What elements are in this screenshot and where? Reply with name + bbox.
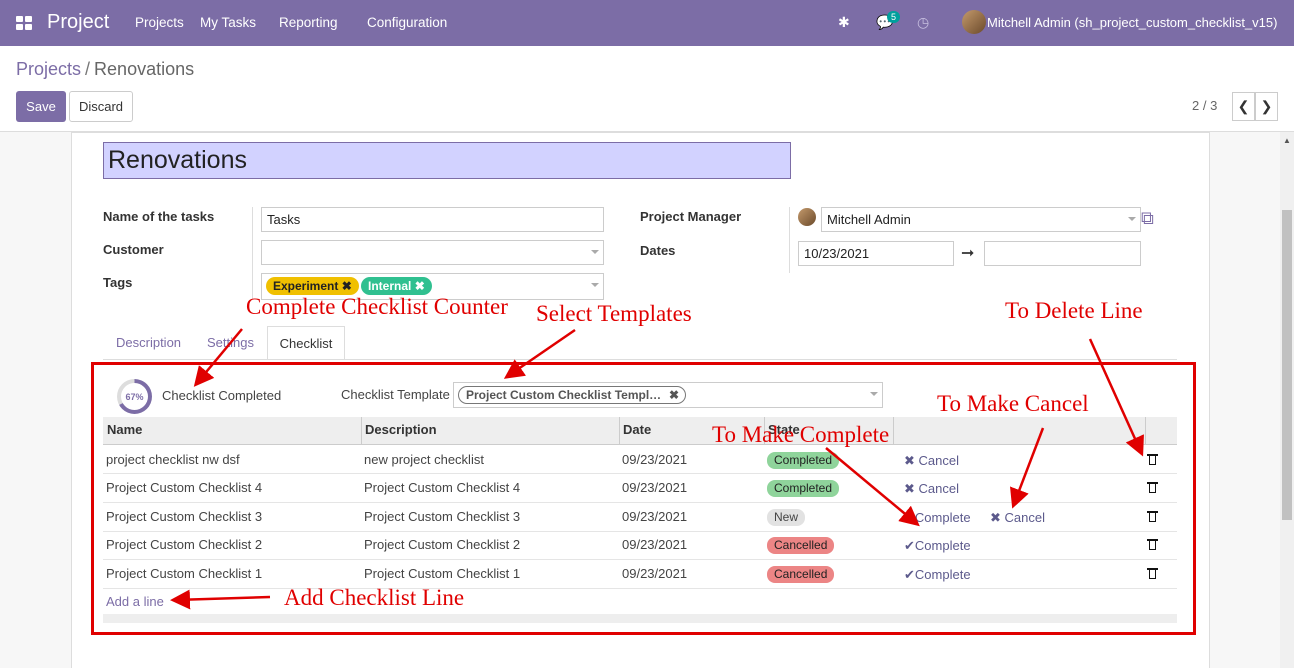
breadcrumb-current: Renovations [94, 59, 195, 79]
tag-experiment: Experiment ✖ [266, 277, 359, 295]
date-start-field[interactable]: 10/23/2021 [798, 241, 954, 266]
breadcrumb: Projects / Renovations [16, 59, 194, 80]
annotation-cancel: To Make Cancel [937, 391, 1089, 416]
menu-my-tasks[interactable]: My Tasks [200, 15, 256, 30]
app-brand[interactable]: Project [47, 11, 109, 34]
external-link-icon[interactable]: ⧉ [1141, 208, 1154, 229]
tag-internal: Internal ✖ [361, 277, 432, 295]
annotation-templates: Select Templates [536, 301, 692, 326]
customer-label: Customer [103, 242, 164, 257]
chevron-right-icon: ❯ [1260, 98, 1273, 114]
manager-avatar [798, 208, 816, 226]
date-end-field[interactable] [984, 241, 1141, 266]
tab-description[interactable]: Description [116, 335, 181, 350]
user-menu[interactable]: Mitchell Admin (sh_project_custom_checkl… [987, 15, 1277, 30]
pager-next-button[interactable]: ❯ [1255, 92, 1278, 121]
control-panel: Projects / Renovations Save Discard 2 / 3 … [0, 46, 1294, 132]
field-separator [789, 207, 790, 273]
dropdown-caret-icon [591, 250, 599, 254]
menu-configuration[interactable]: Configuration [367, 15, 447, 30]
breadcrumb-projects-link[interactable]: Projects [16, 59, 81, 79]
chevron-left-icon: ❮ [1237, 98, 1250, 114]
task-name-label: Name of the tasks [103, 209, 215, 224]
field-separator [252, 207, 253, 299]
pager-value[interactable]: 2 / 3 [1192, 98, 1217, 113]
menu-projects[interactable]: Projects [135, 15, 184, 30]
arrow-right-icon: ➞ [961, 245, 975, 262]
apps-menu-icon[interactable] [16, 16, 32, 30]
top-navbar: Project Projects My Tasks Reporting Conf… [0, 0, 1294, 46]
scrollbar-thumb[interactable] [1282, 210, 1292, 520]
tags-label: Tags [103, 275, 133, 290]
save-button[interactable]: Save [16, 91, 66, 122]
messages-count-badge: 5 [887, 11, 901, 23]
remove-tag-icon[interactable]: ✖ [342, 279, 352, 293]
remove-tag-icon[interactable]: ✖ [415, 279, 425, 293]
annotation-complete: To Make Complete [712, 422, 890, 447]
activity-clock-icon[interactable]: ◷ [917, 14, 929, 31]
user-avatar[interactable] [962, 10, 986, 34]
annotation-delete: To Delete Line [1005, 298, 1143, 323]
pager-previous-button[interactable]: ❮ [1232, 92, 1255, 121]
dates-label: Dates [640, 243, 676, 258]
tab-divider [103, 359, 1177, 360]
annotation-counter: Complete Checklist Counter [246, 294, 508, 319]
discard-button[interactable]: Discard [69, 91, 133, 122]
tab-settings[interactable]: Settings [207, 335, 254, 350]
task-name-field[interactable]: Tasks [261, 207, 604, 232]
project-manager-label: Project Manager [640, 209, 742, 224]
dropdown-caret-icon [591, 283, 599, 287]
annotation-add: Add Checklist Line [284, 585, 465, 610]
breadcrumb-separator: / [85, 59, 91, 79]
tab-checklist[interactable]: Checklist [267, 326, 345, 360]
debug-bug-icon[interactable]: ✱ [838, 14, 850, 31]
customer-field[interactable] [261, 240, 604, 265]
project-title-input[interactable]: Renovations [103, 142, 791, 179]
menu-reporting[interactable]: Reporting [279, 15, 338, 30]
dropdown-caret-icon [1128, 217, 1136, 221]
scroll-up-arrow-icon[interactable]: ▲ [1283, 136, 1291, 145]
project-manager-field[interactable]: Mitchell Admin [821, 207, 1141, 232]
